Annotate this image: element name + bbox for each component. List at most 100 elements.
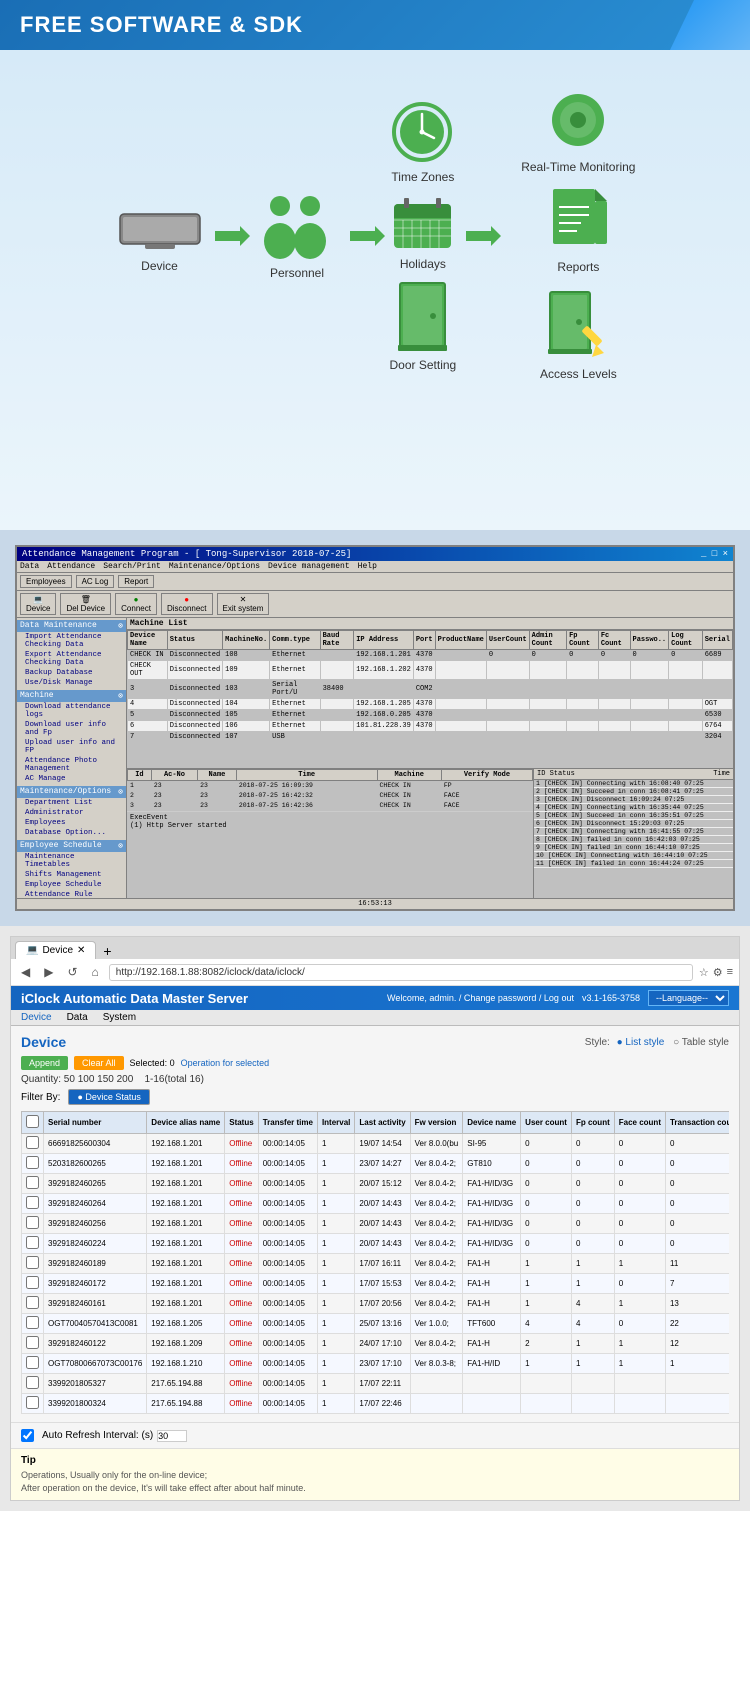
sidebar-item-ac[interactable]: AC Manage: [17, 774, 126, 784]
cell-pass: [630, 732, 669, 743]
table-row[interactable]: 3399201800324 217.65.194.88 Offline 00:0…: [22, 1394, 730, 1414]
machine-table-row[interactable]: 5 Disconnected 105 Ethernet 192.168.0.20…: [128, 710, 733, 721]
sidebar-item-db[interactable]: Database Option...: [17, 828, 126, 838]
new-tab-button[interactable]: +: [98, 943, 116, 959]
settings-icon[interactable]: ⚙: [713, 966, 723, 979]
sidebar-item-disk[interactable]: Use/Disk Manage: [17, 678, 126, 688]
tab-aclog[interactable]: AC Log: [76, 575, 115, 588]
sidebar-item-timetables[interactable]: Maintenance Timetables: [17, 852, 126, 870]
language-dropdown[interactable]: --Language-- English: [648, 990, 729, 1006]
back-button[interactable]: ◀: [17, 963, 34, 981]
cell-face: 1: [614, 1254, 665, 1274]
nav-device[interactable]: Device: [21, 1012, 52, 1023]
table-row[interactable]: 66691825600304 192.168.1.201 Offline 00:…: [22, 1134, 730, 1154]
sidebar-item-att-rule[interactable]: Attendance Rule: [17, 890, 126, 898]
menu-search[interactable]: Search/Print: [103, 562, 161, 571]
forward-button[interactable]: ▶: [40, 963, 57, 981]
sidebar-item-download-logs[interactable]: Download attendance logs: [17, 702, 126, 720]
machine-table-row[interactable]: 3 Disconnected 103 Serial Port/U 38400 C…: [128, 680, 733, 699]
cell-status: Offline: [225, 1154, 258, 1174]
row-checkbox[interactable]: [26, 1296, 39, 1309]
table-row[interactable]: 3929182460224 192.168.1.201 Offline 00:0…: [22, 1234, 730, 1254]
row-checkbox[interactable]: [26, 1336, 39, 1349]
table-style-btn[interactable]: ○ Table style: [673, 1037, 729, 1048]
log-table-row[interactable]: 1 23 23 2018-07-25 16:09:39 CHECK IN FP: [128, 781, 533, 791]
btn-device[interactable]: 💻 Device: [20, 593, 56, 615]
tab-close-icon[interactable]: ✕: [77, 945, 85, 956]
btn-connect[interactable]: ● Connect: [115, 593, 157, 615]
table-row[interactable]: OGT70800667073C00176 192.168.1.210 Offli…: [22, 1354, 730, 1374]
tab-report[interactable]: Report: [118, 575, 154, 588]
table-row[interactable]: OGT70040570413C0081 192.168.1.205 Offlin…: [22, 1314, 730, 1334]
table-row[interactable]: 3929182460161 192.168.1.201 Offline 00:0…: [22, 1294, 730, 1314]
sidebar-item-download-user[interactable]: Download user info and Fp: [17, 720, 126, 738]
table-row[interactable]: 3929182460172 192.168.1.201 Offline 00:0…: [22, 1274, 730, 1294]
sidebar-item-dept[interactable]: Department List: [17, 798, 126, 808]
btn-del-device[interactable]: 🗑 Del Device: [60, 593, 111, 615]
nav-system[interactable]: System: [103, 1012, 136, 1023]
cell-admin: [529, 699, 566, 710]
machine-table-row[interactable]: CHECK IN Disconnected 108 Ethernet 192.1…: [128, 650, 733, 661]
table-row[interactable]: 3929182460256 192.168.1.201 Offline 00:0…: [22, 1214, 730, 1234]
sidebar-item-admin[interactable]: Administrator: [17, 808, 126, 818]
row-checkbox[interactable]: [26, 1276, 39, 1289]
clear-button[interactable]: Clear All: [74, 1056, 124, 1070]
sidebar-item-import[interactable]: Import Attendance Checking Data: [17, 632, 126, 650]
menu-attendance[interactable]: Attendance: [47, 562, 95, 571]
operation-btn[interactable]: Operation for selected: [181, 1058, 270, 1068]
menu-icon[interactable]: ≡: [727, 966, 733, 979]
table-row[interactable]: 5203182600265 192.168.1.201 Offline 00:0…: [22, 1154, 730, 1174]
row-checkbox[interactable]: [26, 1216, 39, 1229]
row-checkbox[interactable]: [26, 1236, 39, 1249]
browser-tab-device[interactable]: 💻 Device ✕: [15, 941, 96, 959]
append-button[interactable]: Append: [21, 1056, 68, 1070]
row-checkbox[interactable]: [26, 1256, 39, 1269]
menu-help[interactable]: Help: [358, 562, 377, 571]
data-table-container: Serial number Device alias name Status T…: [21, 1111, 729, 1414]
sidebar-item-emp-schedule[interactable]: Employee Schedule: [17, 880, 126, 890]
table-row[interactable]: 3929182460265 192.168.1.201 Offline 00:0…: [22, 1174, 730, 1194]
table-row[interactable]: 3399201805327 217.65.194.88 Offline 00:0…: [22, 1374, 730, 1394]
menu-data[interactable]: Data: [20, 562, 39, 571]
sidebar-item-backup[interactable]: Backup Database: [17, 668, 126, 678]
refresh-button[interactable]: ↺: [63, 963, 81, 981]
auto-refresh-checkbox[interactable]: [21, 1429, 34, 1442]
machine-table-row[interactable]: 7 Disconnected 107 USB 3204: [128, 732, 733, 743]
row-checkbox[interactable]: [26, 1156, 39, 1169]
table-row[interactable]: 3929182460122 192.168.1.209 Offline 00:0…: [22, 1334, 730, 1354]
col-transfer: Transfer time: [258, 1112, 317, 1134]
row-checkbox[interactable]: [26, 1356, 39, 1369]
btn-exit[interactable]: ✕ Exit system: [217, 593, 270, 615]
log-table-row[interactable]: 2 23 23 2018-07-25 16:42:32 CHECK IN FAC…: [128, 791, 533, 801]
nav-data[interactable]: Data: [67, 1012, 88, 1023]
table-row[interactable]: 3929182460189 192.168.1.201 Offline 00:0…: [22, 1254, 730, 1274]
table-row[interactable]: 3929182460264 192.168.1.201 Offline 00:0…: [22, 1194, 730, 1214]
machine-table-row[interactable]: 4 Disconnected 104 Ethernet 192.168.1.20…: [128, 699, 733, 710]
url-bar[interactable]: [109, 964, 693, 981]
row-checkbox[interactable]: [26, 1376, 39, 1389]
sidebar-item-photo[interactable]: Attendance Photo Management: [17, 756, 126, 774]
star-icon[interactable]: ☆: [699, 966, 709, 979]
row-checkbox[interactable]: [26, 1396, 39, 1409]
row-checkbox[interactable]: [26, 1196, 39, 1209]
list-style-btn[interactable]: ● List style: [617, 1037, 665, 1048]
machine-table-row[interactable]: 6 Disconnected 106 Ethernet 101.81.228.3…: [128, 721, 733, 732]
sidebar-item-upload-user[interactable]: Upload user info and FP: [17, 738, 126, 756]
row-checkbox[interactable]: [26, 1176, 39, 1189]
btn-disconnect[interactable]: ● Disconnect: [161, 593, 213, 615]
machine-table-row[interactable]: CHECK OUT Disconnected 109 Ethernet 192.…: [128, 661, 733, 680]
sidebar-item-employees[interactable]: Employees: [17, 818, 126, 828]
menu-device[interactable]: Device management: [268, 562, 350, 571]
log-table-row[interactable]: 3 23 23 2018-07-25 16:42:36 CHECK IN FAC…: [128, 801, 533, 811]
menu-maintenance[interactable]: Maintenance/Options: [169, 562, 260, 571]
row-checkbox[interactable]: [26, 1136, 39, 1149]
select-all-checkbox[interactable]: [26, 1115, 39, 1128]
device-status-filter[interactable]: ● Device Status: [68, 1089, 149, 1105]
sidebar-item-export[interactable]: Export Attendance Checking Data: [17, 650, 126, 668]
tab-employees[interactable]: Employees: [20, 575, 72, 588]
interval-input[interactable]: [157, 1430, 187, 1442]
sidebar-item-shifts[interactable]: Shifts Management: [17, 870, 126, 880]
cell-fp: [571, 1374, 614, 1394]
row-checkbox[interactable]: [26, 1316, 39, 1329]
home-button[interactable]: ⌂: [88, 963, 103, 981]
